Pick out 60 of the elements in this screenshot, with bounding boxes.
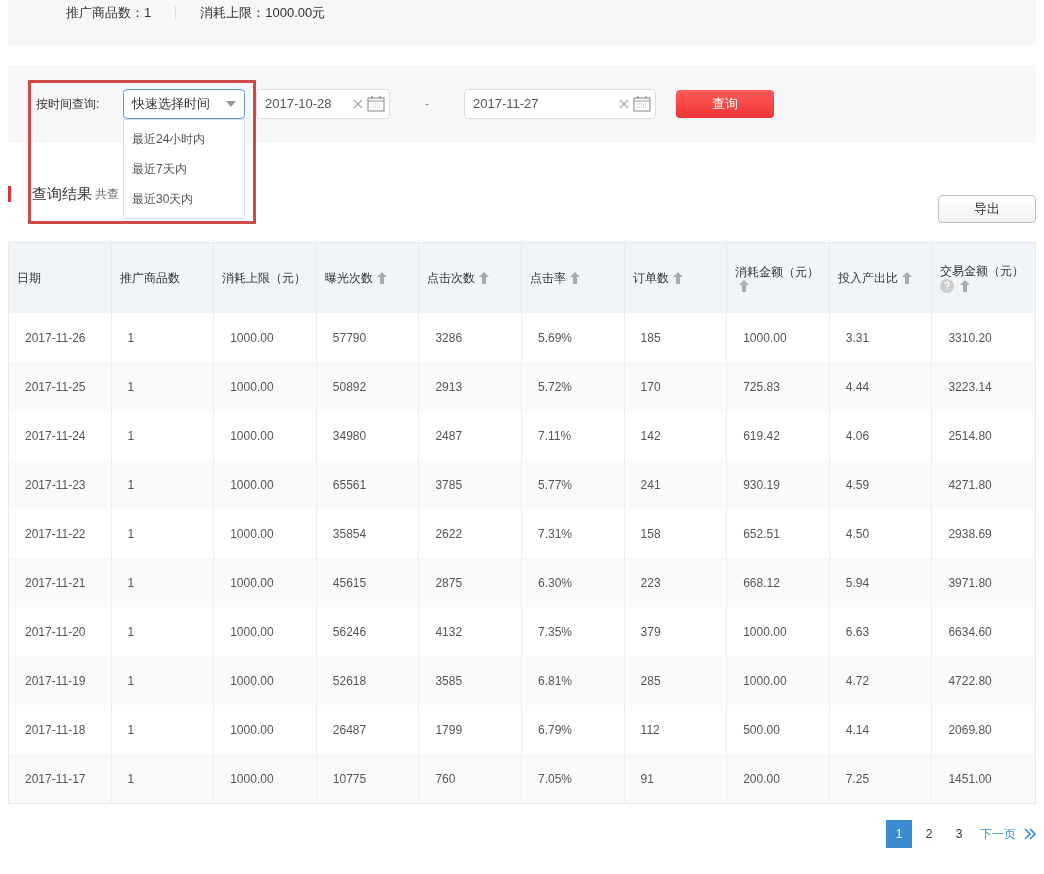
- help-icon[interactable]: [940, 278, 955, 293]
- results-summary: 共查: [95, 185, 119, 203]
- header-label: 交易金额（元）: [940, 263, 1025, 279]
- header-label: 消耗上限（元）: [222, 270, 307, 286]
- table-cell: 7.25: [829, 754, 933, 803]
- clear-icon[interactable]: [619, 99, 629, 109]
- page-button[interactable]: 2: [916, 820, 942, 848]
- table-cell: 2017-11-17: [9, 754, 112, 803]
- export-button[interactable]: 导出: [938, 195, 1036, 223]
- dropdown-option[interactable]: 最近30天内: [124, 184, 244, 214]
- table-cell-text: 2514.80: [947, 427, 993, 445]
- spend-limit: 消耗上限：1000.00元: [200, 4, 326, 22]
- sort-arrow-icon[interactable]: [376, 272, 387, 284]
- dropdown-option[interactable]: 最近24小时内: [124, 124, 244, 154]
- table-cell-text: 2069.80: [947, 721, 993, 739]
- filter-label: 按时间查询:: [36, 96, 101, 113]
- table-cell-text: 2938.69: [947, 525, 993, 543]
- table-cell: 200.00: [727, 754, 830, 803]
- date-field[interactable]: 2017-10-28: [256, 89, 390, 119]
- clear-icon[interactable]: [353, 99, 363, 109]
- sort-arrow-icon[interactable]: [960, 279, 971, 292]
- page-button[interactable]: 3: [946, 820, 972, 848]
- caret-icon: [226, 101, 236, 107]
- table-cell-text: 1451.00: [947, 770, 993, 788]
- next-page-link[interactable]: 下一页: [976, 825, 1020, 843]
- header-label: 日期: [17, 270, 41, 286]
- sort-arrow-icon[interactable]: [901, 272, 912, 284]
- date-separator: -: [424, 96, 430, 113]
- table-cell: 91: [624, 754, 728, 803]
- sort-arrow-icon[interactable]: [479, 272, 490, 284]
- product-count: 推广商品数：1: [66, 4, 152, 22]
- header-label: 消耗金额（元）: [735, 264, 820, 280]
- table-cell: 760: [419, 754, 522, 803]
- header-label: 推广商品数: [119, 270, 180, 286]
- table-cell: 1: [111, 754, 215, 803]
- table-cell-text: 6634.60: [947, 623, 993, 641]
- results-title: 查询结果: [32, 183, 92, 204]
- table-cell-text: 3223.14: [947, 378, 993, 396]
- header-label: 投入产出比: [837, 270, 898, 286]
- table-cell: 7.05%: [522, 754, 625, 803]
- table-cell-text: 4722.80: [947, 672, 993, 690]
- table-cell: 1000.00: [214, 754, 317, 803]
- header-label: 点击率: [530, 270, 566, 286]
- calendar-icon[interactable]: [367, 96, 385, 112]
- sort-arrow-icon[interactable]: [570, 272, 580, 284]
- table-cell: 10775: [316, 754, 420, 803]
- table-cell-text: 3971.80: [947, 574, 993, 592]
- page-button[interactable]: 1: [886, 820, 912, 848]
- sort-arrow-icon[interactable]: [672, 272, 683, 284]
- table-cell-text: 3310.20: [947, 329, 993, 347]
- sort-arrow-icon[interactable]: [739, 279, 750, 292]
- quick-time-select[interactable]: 快速选择时间: [123, 89, 245, 119]
- date-field[interactable]: 2017-11-27: [464, 89, 656, 119]
- header-label: 曝光次数: [324, 270, 373, 286]
- double-chevron-icon[interactable]: [1024, 828, 1036, 840]
- dropdown-option[interactable]: 最近7天内: [124, 154, 244, 184]
- table-cell-text: 4271.80: [947, 476, 993, 494]
- header-label: 点击次数: [427, 270, 476, 286]
- header-label: 订单数: [632, 270, 669, 286]
- calendar-icon[interactable]: [633, 96, 651, 112]
